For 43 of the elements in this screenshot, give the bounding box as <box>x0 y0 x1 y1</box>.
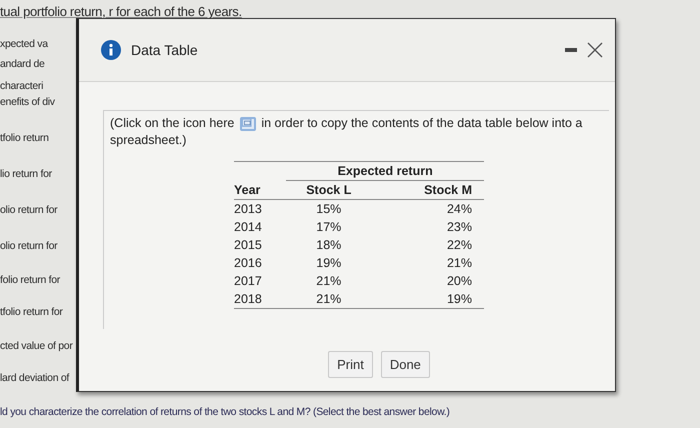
table-cell-text: 2016 <box>234 255 263 272</box>
close-icon[interactable] <box>587 42 603 58</box>
question-text: tual portfolio return, r for each of the 6 years. <box>0 4 242 20</box>
table-cell-text: 2015 <box>234 237 263 254</box>
question-text: characteri <box>0 79 44 94</box>
table-cell: 2018 <box>234 290 286 308</box>
table-cell-text: 20% <box>446 273 473 290</box>
table-cell-text: 21% <box>315 273 342 290</box>
info-icon <box>101 40 121 60</box>
table-cell: 15% <box>286 200 372 218</box>
column-group-header: Expected return <box>286 162 484 180</box>
table-cell-text: 2017 <box>234 273 263 290</box>
done-button[interactable]: Done <box>380 351 430 378</box>
instruction-text: (Click on the icon here in order to copy the contents of the data table below into a spreadsheet.) <box>110 115 584 149</box>
question-text: tfolio return <box>0 131 49 146</box>
question-text: cted value of por <box>0 339 73 354</box>
table-cell: 21% <box>286 290 372 308</box>
question-text: enefits of div <box>0 95 55 110</box>
table-cell-text: 19% <box>315 255 342 272</box>
question-text: olio return for <box>0 239 58 254</box>
question-text: andard de <box>0 57 45 72</box>
print-button[interactable]: Print <box>328 351 373 378</box>
table-cell-text: 21% <box>446 255 473 272</box>
question-text: lard deviation of <box>0 371 70 386</box>
question-text: folio return for <box>0 273 60 288</box>
question-text: tfolio return for <box>0 305 63 320</box>
column-header: Stock M <box>371 180 484 200</box>
dialog-title: Data Table <box>131 42 199 58</box>
question-text: lio return for <box>0 167 52 182</box>
question-text: xpected va <box>0 37 48 52</box>
column-header: Year <box>234 180 286 200</box>
column-header: Stock L <box>286 180 372 200</box>
copy-icon[interactable] <box>240 116 256 131</box>
table-cell-text: 2014 <box>234 219 263 236</box>
table-cell-text: 22% <box>446 237 473 254</box>
table-cell-text: 23% <box>446 219 473 236</box>
question-text: ld you characterize the correlation of returns of the two stocks L and M? (Select the best answer below.) <box>0 405 450 420</box>
table-cell-text: 18% <box>315 237 342 254</box>
question-text: olio return for <box>0 203 58 218</box>
table-cell: 2013 <box>234 200 286 218</box>
table-cell: 19% <box>371 290 484 308</box>
table-cell: 24% <box>371 200 484 218</box>
table-cell-text: 17% <box>315 219 342 236</box>
